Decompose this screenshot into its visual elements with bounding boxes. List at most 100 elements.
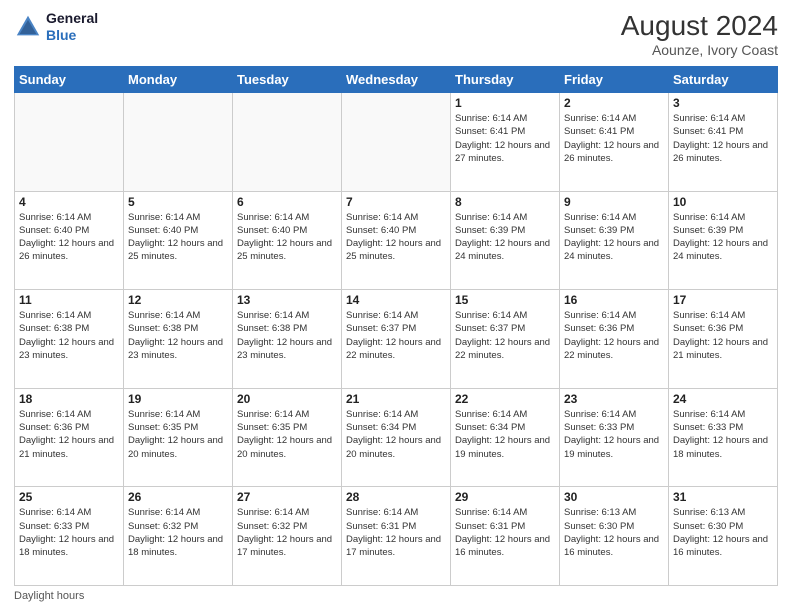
day-info: Sunrise: 6:14 AM Sunset: 6:41 PM Dayligh… [564,112,664,165]
day-info: Sunrise: 6:14 AM Sunset: 6:34 PM Dayligh… [346,408,446,461]
day-number: 8 [455,195,555,209]
day-cell: 20 Sunrise: 6:14 AM Sunset: 6:35 PM Dayli… [233,388,342,487]
day-number: 13 [237,293,337,307]
day-number: 22 [455,392,555,406]
day-number: 24 [673,392,773,406]
day-cell: 30 Sunrise: 6:13 AM Sunset: 6:30 PM Dayli… [560,487,669,586]
day-number: 11 [19,293,119,307]
day-cell: 10 Sunrise: 6:14 AM Sunset: 6:39 PM Dayli… [669,191,778,290]
day-cell: 5Sunrise: 6:14 AM Sunset: 6:40 PM Daylig… [124,191,233,290]
day-info: Sunrise: 6:14 AM Sunset: 6:41 PM Dayligh… [673,112,773,165]
day-cell: 3 Sunrise: 6:14 AM Sunset: 6:41 PM Daylig… [669,93,778,192]
day-cell: 26Sunrise: 6:14 AM Sunset: 6:32 PM Dayli… [124,487,233,586]
day-info: Sunrise: 6:14 AM Sunset: 6:33 PM Dayligh… [564,408,664,461]
day-info: Sunrise: 6:14 AM Sunset: 6:36 PM Dayligh… [564,309,664,362]
day-cell: 1Sunrise: 6:14 AM Sunset: 6:41 PM Daylig… [451,93,560,192]
day-cell: 19 Sunrise: 6:14 AM Sunset: 6:35 PM Dayli… [124,388,233,487]
day-number: 20 [237,392,337,406]
day-cell: 12 Sunrise: 6:14 AM Sunset: 6:38 PM Dayli… [124,290,233,389]
day-info: Sunrise: 6:14 AM Sunset: 6:39 PM Dayligh… [564,211,664,264]
day-number: 21 [346,392,446,406]
day-info: Sunrise: 6:14 AM Sunset: 6:40 PM Dayligh… [346,211,446,264]
day-info: Sunrise: 6:14 AM Sunset: 6:36 PM Dayligh… [19,408,119,461]
day-info: Sunrise: 6:14 AM Sunset: 6:37 PM Dayligh… [455,309,555,362]
day-cell: 11 Sunrise: 6:14 AM Sunset: 6:38 PM Dayli… [15,290,124,389]
day-number: 23 [564,392,664,406]
day-cell [233,93,342,192]
week-row-5: 25 Sunrise: 6:14 AM Sunset: 6:33 PM Dayli… [15,487,778,586]
day-number: 6 [237,195,337,209]
day-info: Sunrise: 6:14 AM Sunset: 6:39 PM Dayligh… [673,211,773,264]
day-info: Sunrise: 6:13 AM Sunset: 6:30 PM Dayligh… [673,506,773,559]
day-info: Sunrise: 6:14 AM Sunset: 6:31 PM Dayligh… [346,506,446,559]
day-number: 28 [346,490,446,504]
title-block: August 2024 Aounze, Ivory Coast [621,10,778,58]
calendar-table: SundayMondayTuesdayWednesdayThursdayFrid… [14,66,778,586]
day-number: 15 [455,293,555,307]
day-cell: 29Sunrise: 6:14 AM Sunset: 6:31 PM Dayli… [451,487,560,586]
location: Aounze, Ivory Coast [621,42,778,58]
day-info: Sunrise: 6:14 AM Sunset: 6:39 PM Dayligh… [455,211,555,264]
week-row-3: 11 Sunrise: 6:14 AM Sunset: 6:38 PM Dayli… [15,290,778,389]
day-number: 3 [673,96,773,110]
day-number: 4 [19,195,119,209]
day-cell [342,93,451,192]
day-cell: 4 Sunrise: 6:14 AM Sunset: 6:40 PM Daylig… [15,191,124,290]
day-number: 19 [128,392,228,406]
day-header-saturday: Saturday [669,67,778,93]
day-header-wednesday: Wednesday [342,67,451,93]
day-info: Sunrise: 6:14 AM Sunset: 6:36 PM Dayligh… [673,309,773,362]
day-info: Sunrise: 6:14 AM Sunset: 6:38 PM Dayligh… [19,309,119,362]
day-cell: 8 Sunrise: 6:14 AM Sunset: 6:39 PM Daylig… [451,191,560,290]
day-cell: 27 Sunrise: 6:14 AM Sunset: 6:32 PM Dayli… [233,487,342,586]
day-header-monday: Monday [124,67,233,93]
day-cell: 9Sunrise: 6:14 AM Sunset: 6:39 PM Daylig… [560,191,669,290]
day-number: 7 [346,195,446,209]
day-info: Sunrise: 6:14 AM Sunset: 6:35 PM Dayligh… [237,408,337,461]
footer-note: Daylight hours [14,590,778,602]
day-cell: 31Sunrise: 6:13 AM Sunset: 6:30 PM Dayli… [669,487,778,586]
day-number: 17 [673,293,773,307]
day-header-sunday: Sunday [15,67,124,93]
day-number: 18 [19,392,119,406]
month-year: August 2024 [621,10,778,42]
day-cell: 28 Sunrise: 6:14 AM Sunset: 6:31 PM Dayli… [342,487,451,586]
day-header-thursday: Thursday [451,67,560,93]
day-number: 29 [455,490,555,504]
day-info: Sunrise: 6:14 AM Sunset: 6:35 PM Dayligh… [128,408,228,461]
day-info: Sunrise: 6:14 AM Sunset: 6:41 PM Dayligh… [455,112,555,165]
header-row: SundayMondayTuesdayWednesdayThursdayFrid… [15,67,778,93]
day-info: Sunrise: 6:14 AM Sunset: 6:38 PM Dayligh… [128,309,228,362]
day-number: 10 [673,195,773,209]
logo-blue: Blue [46,27,76,43]
day-cell: 16 Sunrise: 6:14 AM Sunset: 6:36 PM Dayli… [560,290,669,389]
logo: General Blue [14,10,98,44]
day-cell: 7 Sunrise: 6:14 AM Sunset: 6:40 PM Daylig… [342,191,451,290]
day-info: Sunrise: 6:14 AM Sunset: 6:40 PM Dayligh… [19,211,119,264]
day-info: Sunrise: 6:14 AM Sunset: 6:40 PM Dayligh… [237,211,337,264]
day-cell: 6 Sunrise: 6:14 AM Sunset: 6:40 PM Daylig… [233,191,342,290]
day-cell: 23 Sunrise: 6:14 AM Sunset: 6:33 PM Dayli… [560,388,669,487]
day-cell: 2 Sunrise: 6:14 AM Sunset: 6:41 PM Daylig… [560,93,669,192]
day-info: Sunrise: 6:14 AM Sunset: 6:40 PM Dayligh… [128,211,228,264]
day-number: 12 [128,293,228,307]
page: General Blue August 2024 Aounze, Ivory C… [0,0,792,612]
day-cell: 18 Sunrise: 6:14 AM Sunset: 6:36 PM Dayli… [15,388,124,487]
day-cell: 15 Sunrise: 6:14 AM Sunset: 6:37 PM Dayli… [451,290,560,389]
day-cell [15,93,124,192]
day-info: Sunrise: 6:14 AM Sunset: 6:32 PM Dayligh… [237,506,337,559]
day-cell: 22Sunrise: 6:14 AM Sunset: 6:34 PM Dayli… [451,388,560,487]
day-number: 30 [564,490,664,504]
day-info: Sunrise: 6:14 AM Sunset: 6:32 PM Dayligh… [128,506,228,559]
day-number: 16 [564,293,664,307]
day-number: 27 [237,490,337,504]
day-cell: 14Sunrise: 6:14 AM Sunset: 6:37 PM Dayli… [342,290,451,389]
day-number: 2 [564,96,664,110]
day-info: Sunrise: 6:13 AM Sunset: 6:30 PM Dayligh… [564,506,664,559]
day-info: Sunrise: 6:14 AM Sunset: 6:37 PM Dayligh… [346,309,446,362]
day-cell: 13Sunrise: 6:14 AM Sunset: 6:38 PM Dayli… [233,290,342,389]
week-row-4: 18 Sunrise: 6:14 AM Sunset: 6:36 PM Dayli… [15,388,778,487]
logo-icon [14,13,42,41]
day-info: Sunrise: 6:14 AM Sunset: 6:33 PM Dayligh… [19,506,119,559]
day-number: 25 [19,490,119,504]
